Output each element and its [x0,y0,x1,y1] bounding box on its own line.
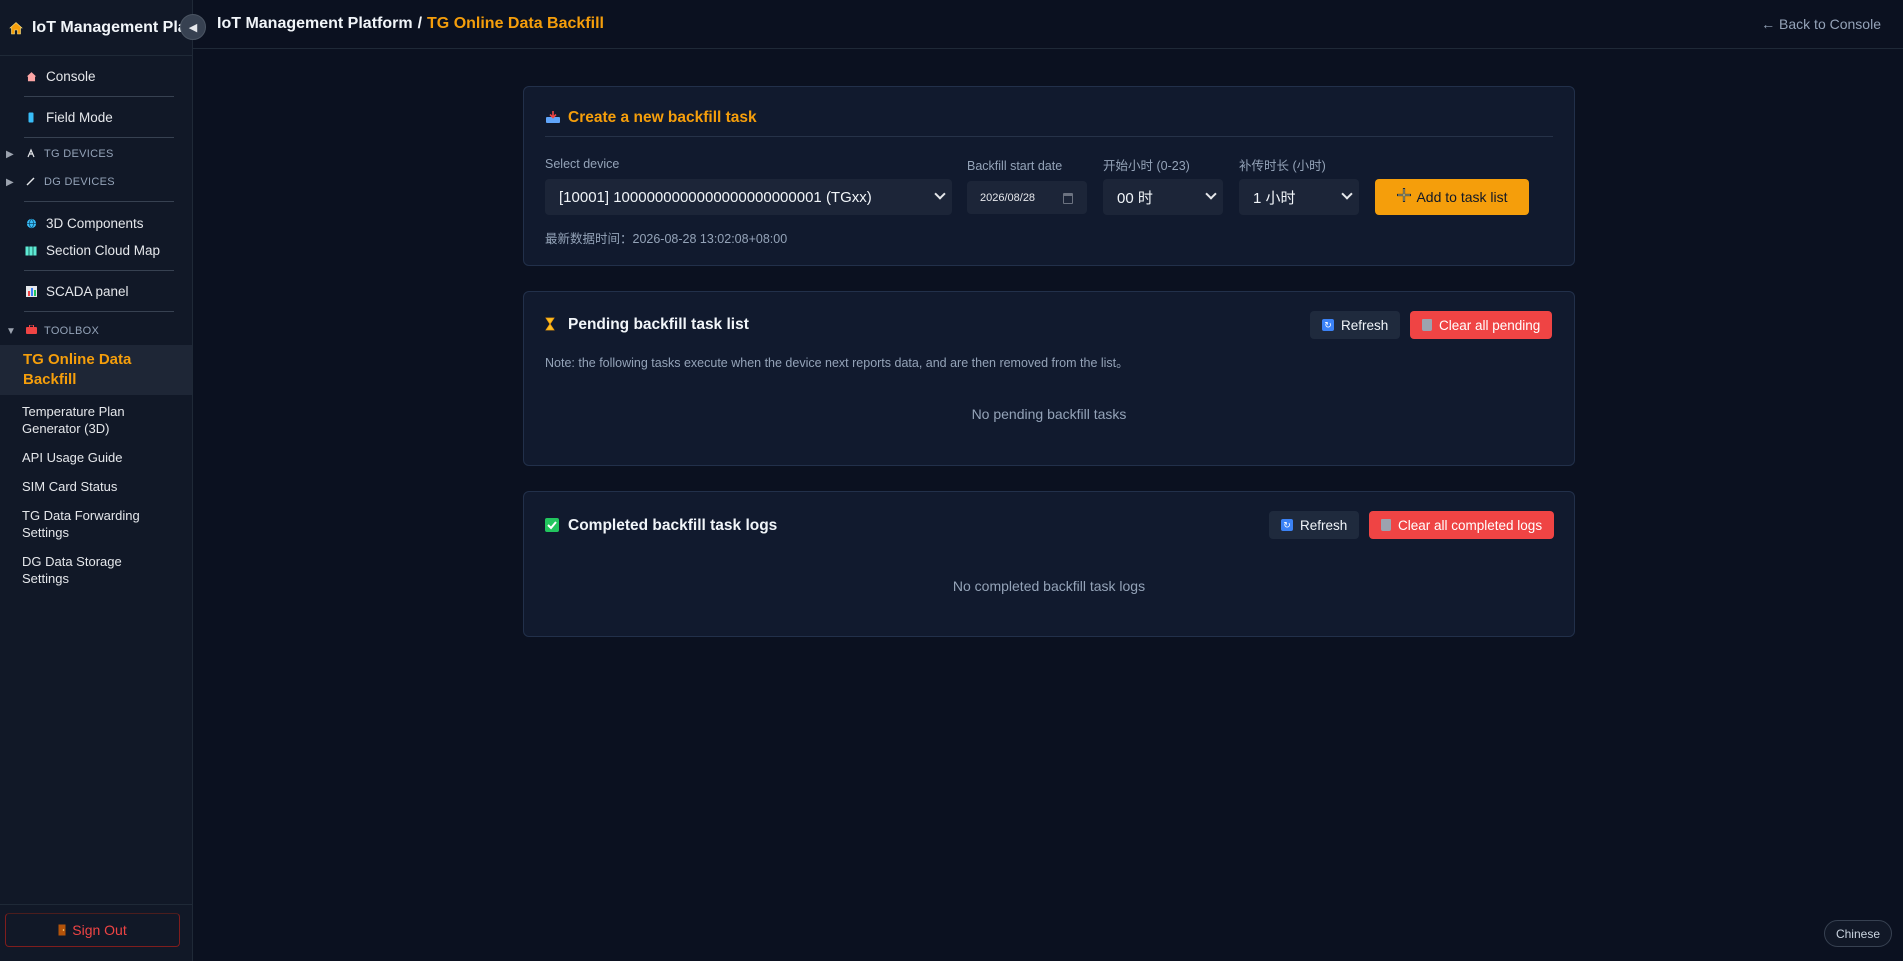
sidebar-item-dg-data-storage-settings[interactable]: DG Data Storage Settings [6,547,180,593]
create-task-card: Create a new backfill task Select device… [523,86,1575,266]
start-hour-value: 00 时 [1117,189,1153,207]
divider [545,136,1553,137]
duration-value: 1 小时 [1253,189,1296,207]
bar-chart-icon [24,285,38,297]
clear-all-pending-button[interactable]: Clear all pending [1410,311,1553,339]
trash-icon [1422,319,1432,331]
globe-icon [24,218,38,229]
chevron-down-icon [934,188,946,200]
pencil-icon [26,176,38,189]
duration-select[interactable]: 1 小时 [1239,179,1359,215]
sidebar-item-tg-data-forwarding-settings[interactable]: TG Data Forwarding Settings [6,501,180,547]
triangle-right-icon: ▶ [6,148,14,160]
breadcrumb-separator: / [417,15,423,32]
card-title: Create a new backfill task [545,109,757,127]
card-title: Pending backfill task list [545,316,749,334]
breadcrumb-root[interactable]: IoT Management Platform [217,15,413,33]
duration-label: 补传时长 (小时) [1239,159,1326,173]
trash-icon [1381,519,1391,531]
completed-empty-state: No completed backfill task logs [952,578,1146,594]
divider [0,904,193,905]
collapse-sidebar-button[interactable]: ◀ [180,14,206,40]
start-date-input[interactable]: 2026/08/28 [967,181,1087,214]
latest-data-time: 最新数据时间：2026-08-28 13:02:08+08:00 [545,232,788,246]
sidebar-group-dg-devices[interactable]: ▶ DG DEVICES [6,168,180,196]
page-header: IoT Management Platform / TG Online Data… [193,0,1903,49]
device-label: Select device [545,157,620,171]
completed-logs-card: Completed backfill task logs ↻ Refresh C… [523,491,1575,637]
start-hour-select[interactable]: 00 时 [1103,179,1223,215]
phone-icon [24,112,38,123]
sidebar-item-label: Field Mode [46,109,113,125]
group-label: TOOLBOX [44,325,100,337]
sidebar-item-temperature-plan-generator[interactable]: Temperature Plan Generator (3D) [6,397,180,443]
chevron-down-icon [1341,188,1353,200]
door-icon [58,924,66,936]
sidebar-item-tg-online-data-backfill[interactable]: TG Online Data Backfill [0,345,192,395]
home-icon [8,20,24,36]
refresh-icon: ↻ [1322,319,1334,331]
hourglass-icon [545,317,563,334]
device-select-value: [10001] 1000000000000000000000001 (TGxx) [559,188,872,206]
sidebar-item-section-cloud-map[interactable]: Section Cloud Map [6,237,180,264]
sign-out-label: Sign Out [72,922,127,938]
device-select[interactable]: [10001] 1000000000000000000000001 (TGxx) [545,179,952,215]
refresh-pending-button[interactable]: ↻ Refresh [1310,311,1401,339]
antenna-icon [26,147,38,161]
refresh-icon: ↻ [1281,519,1293,531]
sidebar-brand[interactable]: IoT Management Plat [0,0,192,56]
pending-note: Note: the following tasks execute when t… [545,356,1129,370]
sidebar-item-label: SCADA panel [46,283,129,299]
sidebar-group-tg-devices[interactable]: ▶ TG DEVICES [6,140,180,168]
sidebar-group-toolbox[interactable]: ▼ TOOLBOX [6,317,180,345]
refresh-completed-button[interactable]: ↻ Refresh [1269,511,1360,539]
sidebar: IoT Management Plat Console Field Mode ▶… [0,0,193,961]
check-box-icon [545,517,563,535]
sidebar-item-label: Console [46,68,96,84]
start-date-value: 2026/08/28 [980,191,1036,204]
triangle-down-icon: ▼ [6,325,17,337]
map-icon [24,246,38,256]
clear-all-completed-button[interactable]: Clear all completed logs [1369,511,1555,539]
refresh-label: Refresh [1300,517,1348,533]
sidebar-item-api-usage-guide[interactable]: API Usage Guide [6,443,180,472]
add-button-label: Add to task list [1416,189,1508,205]
breadcrumb-current: TG Online Data Backfill [427,15,604,32]
sidebar-item-3d-components[interactable]: 3D Components [6,210,180,237]
clear-pending-label: Clear all pending [1439,317,1541,333]
language-toggle-button[interactable]: Chinese [1823,920,1892,947]
sidebar-nav: Console Field Mode ▶ TG DEVICES ▶ DG DEV… [0,56,192,593]
refresh-label: Refresh [1341,317,1389,333]
sidebar-item-field-mode[interactable]: Field Mode [6,97,180,137]
sign-out-button[interactable]: Sign Out [5,913,180,947]
add-to-task-list-button[interactable]: Add to task list [1375,179,1529,215]
brand-title: IoT Management Plat [31,18,192,36]
pending-empty-state: No pending backfill tasks [971,406,1127,422]
back-to-console-link[interactable]: ← Back to Console [1761,16,1881,32]
completed-title: Completed backfill task logs [568,517,778,534]
card-title: Completed backfill task logs [545,517,777,535]
pending-title: Pending backfill task list [568,316,749,333]
clear-completed-label: Clear all completed logs [1398,517,1543,533]
sidebar-item-sim-card-status[interactable]: SIM Card Status [6,472,180,501]
group-label: DG DEVICES [44,176,115,188]
sidebar-item-console[interactable]: Console [6,56,180,96]
inbox-tray-icon [545,110,563,127]
triangle-right-icon: ▶ [6,176,14,188]
divider [24,137,174,138]
chevron-down-icon [1205,188,1217,200]
toolbox-icon [26,324,38,337]
sidebar-item-scada-panel[interactable]: SCADA panel [6,271,180,311]
date-label: Backfill start date [967,159,1063,173]
plus-icon [1396,187,1412,207]
create-task-title: Create a new backfill task [568,109,757,126]
calendar-icon[interactable] [1063,193,1073,204]
start-hour-label: 开始小时 (0-23) [1103,159,1190,173]
pending-tasks-card: Pending backfill task list ↻ Refresh Cle… [523,291,1575,466]
sidebar-item-label: Section Cloud Map [46,243,161,258]
group-label: TG DEVICES [44,148,114,160]
home-icon [24,71,38,82]
divider [24,311,174,312]
sidebar-item-label: 3D Components [46,216,144,231]
